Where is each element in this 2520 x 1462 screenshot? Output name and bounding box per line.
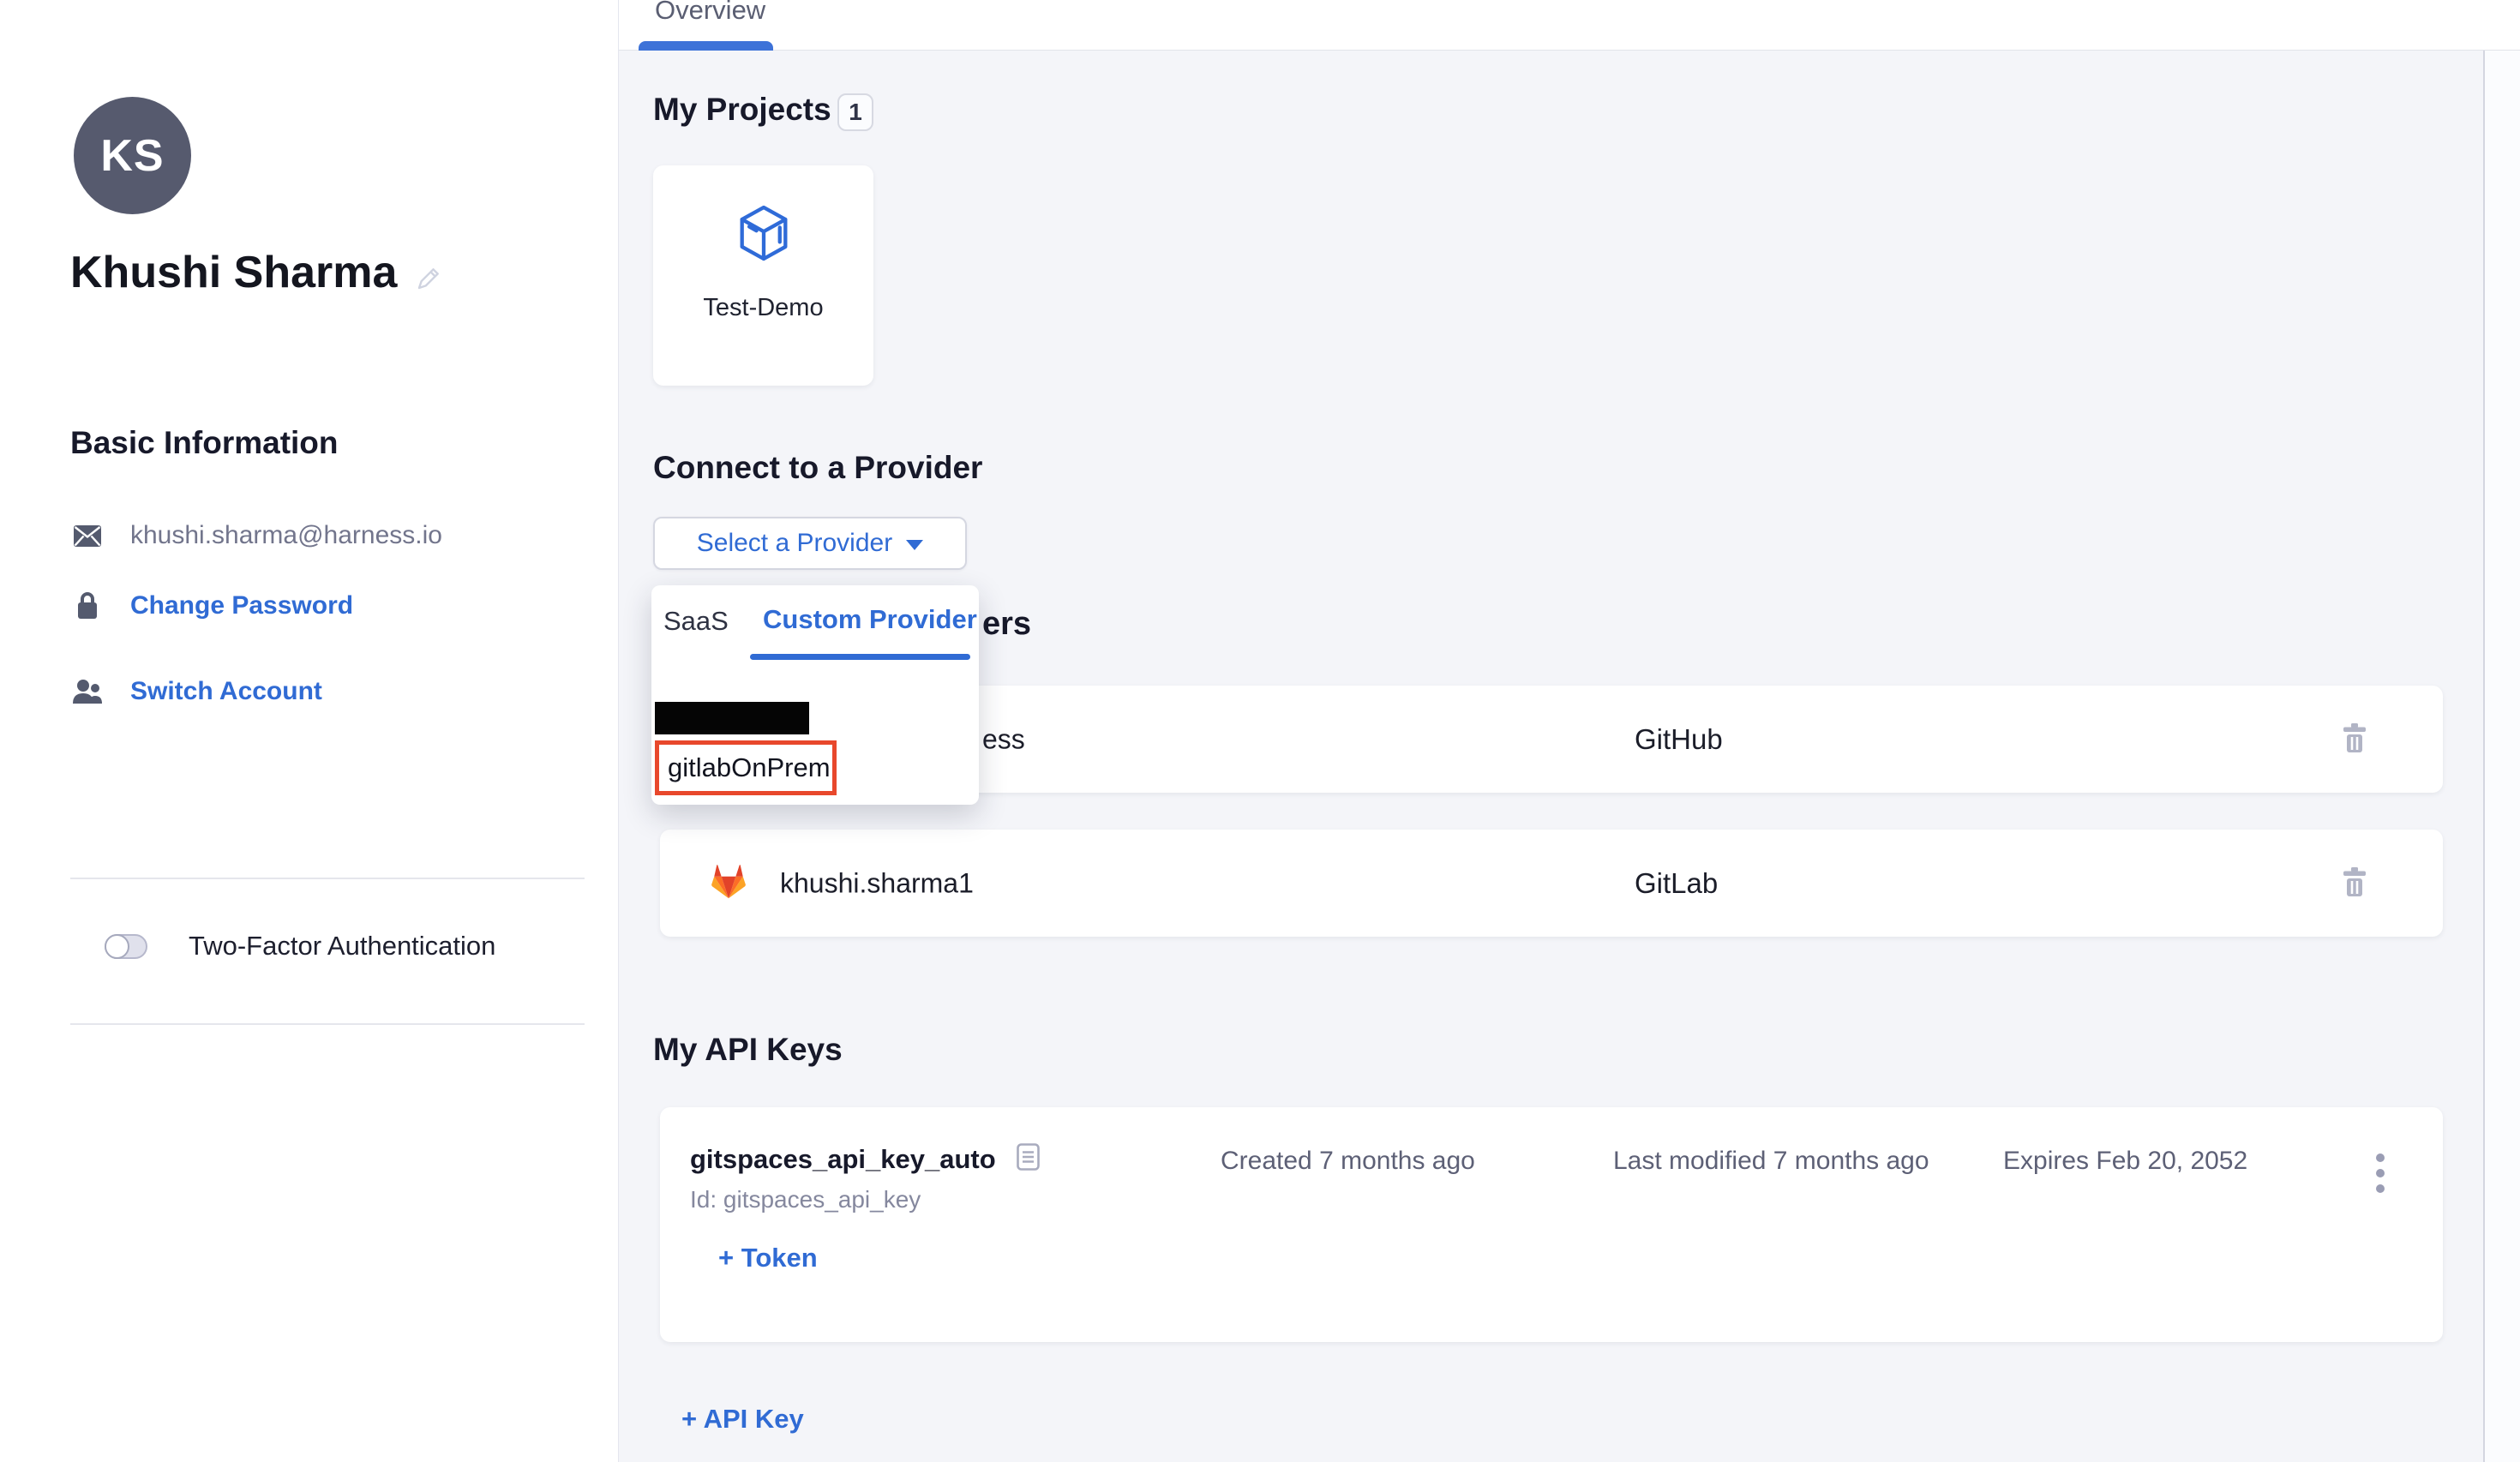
connect-provider-heading: Connect to a Provider xyxy=(653,450,982,486)
add-token-link[interactable]: + Token xyxy=(718,1243,818,1273)
two-factor-toggle[interactable] xyxy=(105,934,147,959)
provider-name: khushi.sharma1 xyxy=(780,867,974,899)
api-key-menu-icon[interactable] xyxy=(2371,1148,2390,1198)
user-name: Khushi Sharma xyxy=(70,247,397,298)
sidebar-divider-top xyxy=(70,878,585,879)
avatar-initials: KS xyxy=(100,130,164,182)
provider-type: GitHub xyxy=(1635,723,1723,756)
projects-count: 1 xyxy=(849,99,862,126)
api-key-name-row: gitspaces_api_key_auto xyxy=(690,1143,1040,1175)
add-api-key-link[interactable]: + API Key xyxy=(681,1404,804,1435)
mail-icon xyxy=(72,524,103,548)
user-email: khushi.sharma@harness.io xyxy=(130,521,442,550)
tab-custom-provider[interactable]: Custom Provider xyxy=(763,604,977,635)
user-name-row: Khushi Sharma xyxy=(70,247,443,298)
tab-overview-underline xyxy=(639,41,773,51)
tab-overview[interactable]: Overview xyxy=(655,0,765,26)
profile-sidebar: KS Khushi Sharma Basic Information khush… xyxy=(0,0,619,1462)
api-key-modified: Last modified 7 months ago xyxy=(1613,1147,1929,1176)
git-provider-row-gitlab: khushi.sharma1 GitLab xyxy=(660,830,2443,937)
git-providers-heading-fragment: ers xyxy=(982,606,1031,643)
api-key-id: Id: gitspaces_api_key xyxy=(690,1186,921,1213)
chevron-down-icon xyxy=(906,540,923,550)
two-factor-row: Two-Factor Authentication xyxy=(105,931,495,962)
switch-account-row: Switch Account xyxy=(72,677,322,706)
project-card[interactable]: Test-Demo xyxy=(653,165,873,386)
projects-count-badge: 1 xyxy=(837,93,873,131)
my-api-keys-heading: My API Keys xyxy=(653,1032,843,1068)
basic-information-heading: Basic Information xyxy=(70,425,339,461)
provider-type: GitLab xyxy=(1635,867,1718,900)
change-password-link[interactable]: Change Password xyxy=(130,591,353,620)
profile-page: KS Khushi Sharma Basic Information khush… xyxy=(0,0,2520,1462)
api-key-card: gitspaces_api_key_auto Id: gitspaces_api… xyxy=(660,1107,2443,1342)
provider-dropdown-menu: SaaS Custom Provider gitlabOnPrem xyxy=(651,585,979,805)
select-provider-button[interactable]: Select a Provider xyxy=(653,517,967,570)
change-password-row: Change Password xyxy=(72,591,353,620)
main-tabbar xyxy=(619,0,2520,51)
tab-saas[interactable]: SaaS xyxy=(663,606,729,637)
email-row: khushi.sharma@harness.io xyxy=(72,521,442,550)
two-factor-label: Two-Factor Authentication xyxy=(189,931,495,962)
provider-name-fragment: ess xyxy=(982,723,1025,755)
api-key-expires: Expires Feb 20, 2052 xyxy=(2003,1147,2247,1176)
switch-account-link[interactable]: Switch Account xyxy=(130,677,322,706)
scroll-divider xyxy=(2483,51,2485,1462)
switch-account-icon xyxy=(72,679,103,704)
provider-option-redacted[interactable] xyxy=(655,702,809,734)
annotation-box: gitlabOnPrem xyxy=(655,740,837,795)
api-key-name: gitspaces_api_key_auto xyxy=(690,1144,996,1175)
avatar: KS xyxy=(74,97,191,214)
api-key-created: Created 7 months ago xyxy=(1221,1147,1475,1176)
copy-icon[interactable] xyxy=(1017,1143,1040,1175)
sidebar-divider-bottom xyxy=(70,1023,585,1025)
provider-option-gitlabonprem[interactable]: gitlabOnPrem xyxy=(668,752,831,783)
lock-icon xyxy=(72,591,103,620)
toggle-knob xyxy=(105,934,129,959)
right-margin-strip xyxy=(2485,51,2520,1462)
select-provider-label: Select a Provider xyxy=(697,529,892,558)
custom-provider-tab-underline xyxy=(750,654,970,660)
delete-provider-icon[interactable] xyxy=(2342,867,2367,901)
delete-provider-icon[interactable] xyxy=(2342,723,2367,757)
project-name: Test-Demo xyxy=(703,294,823,322)
my-projects-heading: My Projects xyxy=(653,92,831,128)
project-cube-icon xyxy=(738,205,789,261)
edit-name-icon[interactable] xyxy=(414,264,443,293)
gitlab-logo-icon xyxy=(710,863,747,903)
